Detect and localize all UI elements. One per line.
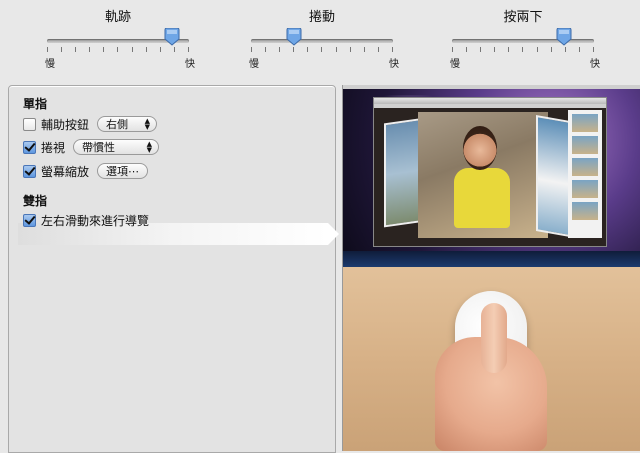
scrolling-speed-thumb[interactable] [286, 28, 302, 46]
double-click-speed-ticks [452, 47, 594, 55]
finger-image [481, 303, 507, 373]
scrolling-speed-max-label: 快 [389, 59, 399, 70]
scrolling-speed-title: 捲動 [308, 10, 335, 25]
preview-photo-main [418, 112, 548, 238]
preview-dock [343, 251, 640, 267]
preview-screen-image [343, 85, 640, 267]
scrolling-speed-slider-block: 捲動 慢 快 [247, 6, 399, 72]
scrolling-speed-min-label: 慢 [249, 59, 259, 70]
tracking-speed-ticks [47, 47, 189, 55]
highlight-pointer-arrow [328, 223, 339, 245]
swipe-navigate-row: 左右滑動來進行導覽 [23, 210, 149, 230]
screen-zoom-label: 螢幕縮放 [41, 164, 90, 179]
tracking-speed-slider-block: 軌跡 慢 快 [43, 6, 195, 72]
screen-zoom-options-button[interactable]: 選項⋯ [97, 163, 149, 179]
swipe-navigate-label: 左右滑動來進行導覽 [41, 213, 150, 228]
secondary-click-row: 輔助按鈕 右側 ▲ ▼ [23, 114, 158, 134]
secondary-click-label: 輔助按鈕 [41, 117, 90, 132]
secondary-click-popup-value: 右側 [106, 118, 129, 131]
scroll-row: 捲視 帶慣性 ▲ ▼ [23, 137, 160, 157]
gesture-preview [342, 85, 640, 451]
double-click-speed-slider-block: 按兩下 慢 快 [448, 6, 600, 72]
scroll-checkbox[interactable] [23, 140, 36, 154]
up-down-arrows-icon: ▲ ▼ [146, 140, 153, 154]
scrolling-speed-track[interactable] [251, 39, 393, 43]
secondary-click-checkbox[interactable] [23, 117, 36, 131]
swipe-navigate-checkbox[interactable] [23, 213, 36, 227]
double-click-speed-max-label: 快 [590, 59, 600, 70]
double-click-speed-track[interactable] [452, 39, 594, 43]
up-down-arrows-icon: ▲ ▼ [144, 117, 151, 131]
scroll-popup-value: 帶慣性 [82, 141, 116, 154]
tracking-speed-max-label: 快 [185, 59, 195, 70]
preview-app-window [373, 97, 607, 247]
screen-zoom-row: 螢幕縮放 選項⋯ [23, 161, 149, 181]
preview-thumbnails [568, 110, 602, 238]
tracking-speed-min-label: 慢 [45, 59, 55, 70]
preview-photo-right [536, 115, 570, 237]
scrolling-speed-ticks [251, 47, 393, 55]
preview-hand-image [343, 267, 640, 451]
gesture-options-panel: 單指 輔助按鈕 右側 ▲ ▼ 捲視 帶慣性 ▲ ▼ 螢幕縮放 選項⋯ 雙指 左右滑動… [8, 85, 339, 453]
double-click-speed-title: 按兩下 [503, 10, 543, 25]
tracking-speed-thumb[interactable] [164, 28, 180, 46]
screen-zoom-checkbox[interactable] [23, 164, 36, 178]
scroll-popup[interactable]: 帶慣性 ▲ ▼ [73, 139, 160, 155]
tracking-speed-title: 軌跡 [104, 10, 131, 25]
secondary-click-popup[interactable]: 右側 ▲ ▼ [97, 116, 158, 132]
single-finger-heading: 單指 [23, 97, 48, 111]
preview-menubar [343, 85, 640, 89]
scroll-label: 捲視 [41, 140, 66, 155]
double-click-speed-min-label: 慢 [450, 59, 460, 70]
two-fingers-heading: 雙指 [23, 194, 48, 208]
double-click-speed-thumb[interactable] [556, 28, 572, 46]
